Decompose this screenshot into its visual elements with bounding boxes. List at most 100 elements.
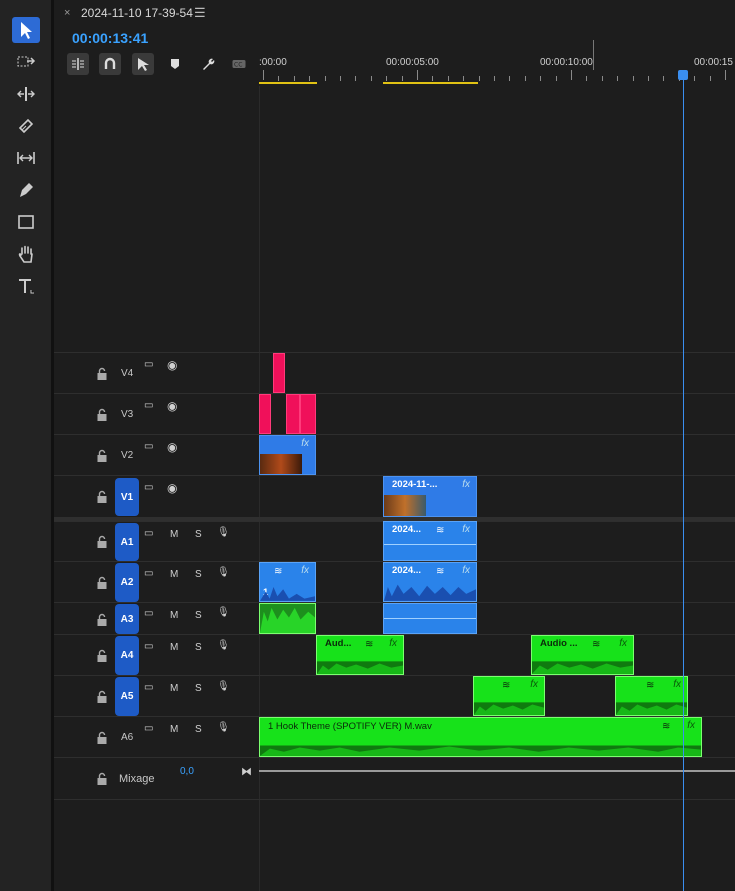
audio-clip[interactable]: 1 ≋ fx (259, 562, 316, 602)
timeline-settings-button[interactable] (197, 53, 219, 75)
lock-icon[interactable] (96, 690, 108, 704)
video-clip[interactable]: fx (259, 435, 316, 475)
microphone-icon[interactable]: 🎙 (217, 607, 230, 618)
audio-clip[interactable]: Audio ... ≋ fx (531, 635, 634, 675)
track-v2[interactable]: V2 ▭ ◉ (54, 434, 735, 476)
slip-tool[interactable] (12, 145, 40, 171)
track-target-a1[interactable]: A1 (115, 523, 139, 561)
svg-text:CC: CC (234, 62, 242, 69)
time-ruler[interactable]: :00:00 00:00:05:00 00:00:10:00 00:00:15 (259, 40, 735, 86)
film-icon[interactable]: ▭ (144, 641, 153, 652)
graphic-clip[interactable] (286, 394, 300, 434)
eye-icon[interactable]: ◉ (167, 481, 177, 495)
mix-keyframe-icon[interactable]: ⧓ (241, 765, 252, 778)
mute-button[interactable]: M (170, 569, 178, 580)
linked-selection-button[interactable] (132, 53, 154, 75)
film-icon[interactable]: ▭ (144, 682, 153, 693)
ruler-tick (648, 76, 649, 81)
audio-clip[interactable]: ≋ fx (473, 676, 545, 716)
track-select-tool[interactable] (12, 49, 40, 75)
solo-button[interactable]: S (195, 529, 202, 540)
audio-clip[interactable]: Aud... ≋ fx (316, 635, 404, 675)
lock-icon[interactable] (96, 649, 108, 663)
graphic-clip[interactable] (300, 394, 316, 434)
film-icon[interactable]: ▭ (144, 400, 153, 411)
track-target-a3[interactable]: A3 (115, 604, 139, 634)
ripple-edit-icon (17, 87, 35, 101)
lock-icon[interactable] (96, 613, 108, 627)
playhead-timecode[interactable]: 00:00:13:41 (72, 30, 148, 46)
film-icon[interactable]: ▭ (144, 482, 153, 493)
rectangle-tool[interactable] (12, 209, 40, 235)
sequence-tab[interactable]: × 2024-11-10 17-39-54 ☰ (54, 0, 735, 28)
hand-tool[interactable] (12, 241, 40, 267)
razor-tool[interactable] (12, 113, 40, 139)
track-target-a2[interactable]: A2 (115, 563, 139, 602)
microphone-icon[interactable]: 🎙 (217, 722, 230, 733)
nest-toggle-button[interactable] (67, 53, 89, 75)
lock-icon[interactable] (96, 576, 108, 590)
captions-button[interactable]: CC (228, 53, 250, 75)
audio-clip[interactable]: 1 Hook Theme (SPOTIFY VER) M.wav ≋ fx (259, 717, 702, 757)
lock-icon[interactable] (96, 731, 108, 745)
mute-button[interactable]: M (170, 642, 178, 653)
snap-button[interactable] (99, 53, 121, 75)
eye-icon[interactable]: ◉ (167, 358, 177, 372)
solo-button[interactable]: S (195, 683, 202, 694)
audio-clip[interactable]: ≋ fx (615, 676, 688, 716)
track-target-a4[interactable]: A4 (115, 636, 139, 675)
graphic-clip[interactable] (273, 353, 285, 393)
microphone-icon[interactable]: 🎙 (217, 567, 230, 578)
mix-volume-value[interactable]: 0,0 (180, 766, 194, 777)
graphic-clip[interactable] (259, 394, 271, 434)
lock-icon[interactable] (96, 367, 108, 381)
track-target-v1[interactable]: V1 (115, 478, 139, 516)
playhead-line[interactable] (683, 76, 684, 891)
add-marker-button[interactable] (164, 53, 186, 75)
solo-button[interactable]: S (195, 610, 202, 621)
film-icon[interactable]: ▭ (144, 568, 153, 579)
microphone-icon[interactable]: 🎙 (217, 640, 230, 651)
selection-tool[interactable] (12, 17, 40, 43)
lock-icon[interactable] (96, 449, 108, 463)
solo-button[interactable]: S (195, 724, 202, 735)
type-tool[interactable] (12, 273, 40, 299)
audio-clip[interactable]: 2024... ≋ fx (383, 562, 477, 602)
film-icon[interactable]: ▭ (144, 608, 153, 619)
solo-button[interactable]: S (195, 569, 202, 580)
film-icon[interactable]: ▭ (144, 441, 153, 452)
film-icon[interactable]: ▭ (144, 359, 153, 370)
track-v3[interactable]: V3 ▭ ◉ (54, 393, 735, 435)
ruler-tick (494, 76, 495, 81)
mix-volume-line[interactable] (259, 770, 735, 772)
ripple-edit-tool[interactable] (12, 81, 40, 107)
lock-icon[interactable] (96, 408, 108, 422)
lock-icon[interactable] (96, 490, 108, 504)
solo-button[interactable]: S (195, 642, 202, 653)
mute-button[interactable]: M (170, 529, 178, 540)
sequence-title[interactable]: 2024-11-10 17-39-54 (81, 6, 193, 20)
microphone-icon[interactable]: 🎙 (217, 527, 230, 538)
ruler-tick (617, 76, 619, 81)
menu-icon[interactable]: ☰ (194, 5, 206, 21)
mute-button[interactable]: M (170, 610, 178, 621)
track-target-a5[interactable]: A5 (115, 677, 139, 716)
audio-clip[interactable]: 2024... ≋ fx (383, 521, 477, 561)
track-mix[interactable]: Mixage 0,0 ⧓ (54, 757, 735, 800)
eye-icon[interactable]: ◉ (167, 399, 177, 413)
waveform-icon: ≋ (646, 680, 655, 691)
film-icon[interactable]: ▭ (144, 723, 153, 734)
lock-icon[interactable] (96, 535, 108, 549)
mute-button[interactable]: M (170, 724, 178, 735)
mute-button[interactable]: M (170, 683, 178, 694)
eye-icon[interactable]: ◉ (167, 440, 177, 454)
audio-clip[interactable] (259, 603, 316, 634)
audio-clip[interactable] (383, 603, 477, 634)
lock-icon[interactable] (96, 772, 108, 786)
microphone-icon[interactable]: 🎙 (217, 681, 230, 692)
video-clip[interactable]: 2024-11-... fx (383, 476, 477, 517)
close-icon[interactable]: × (64, 7, 70, 19)
track-v4[interactable]: V4 ▭ ◉ (54, 352, 735, 394)
pen-tool[interactable] (12, 177, 40, 203)
film-icon[interactable]: ▭ (144, 528, 153, 539)
